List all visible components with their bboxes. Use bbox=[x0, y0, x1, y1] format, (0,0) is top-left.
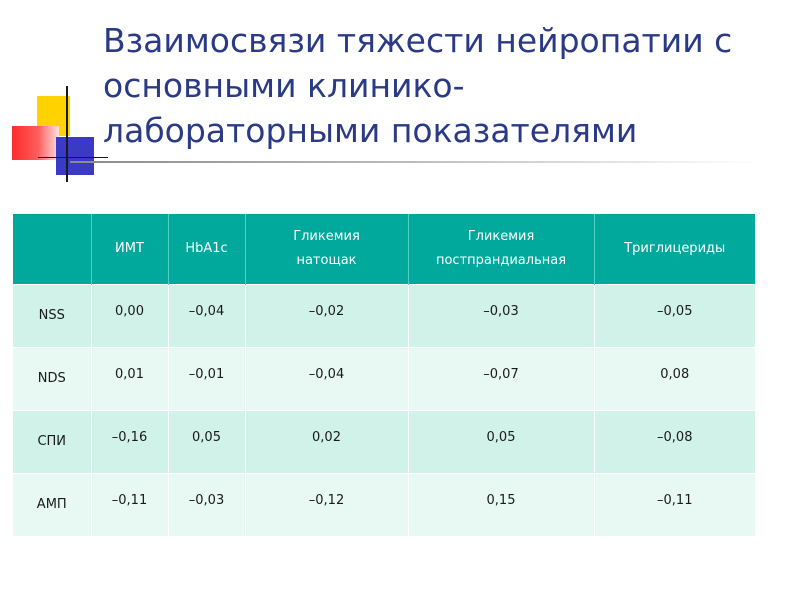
column-header-label: ИМТ bbox=[115, 240, 144, 256]
column-header-label: постпрандиальная bbox=[435, 252, 567, 268]
column-header-label: Гликемия bbox=[293, 228, 360, 244]
table-cell: –0,05 bbox=[593, 283, 755, 347]
table-cell: –0,01 bbox=[167, 346, 245, 410]
row-label: NSS bbox=[13, 283, 91, 347]
column-header-triglycerides: Триглицериды bbox=[593, 214, 755, 284]
logo-red-square bbox=[12, 126, 59, 160]
logo-blue-square bbox=[56, 137, 94, 175]
table-cell: 0,02 bbox=[244, 409, 408, 473]
table-cell: –0,11 bbox=[90, 472, 168, 536]
correlation-table: ИМТ HbA1c Гликемия натощак Гликемия пост… bbox=[13, 214, 755, 536]
slide-title: Взаимосвязи тяжести нейропатии с основны… bbox=[103, 21, 733, 150]
column-header-imt: ИМТ bbox=[90, 214, 168, 284]
table-row: СПИ –0,16 0,05 0,02 0,05 –0,08 bbox=[13, 409, 755, 473]
column-header-label: Гликемия bbox=[467, 228, 535, 244]
table-cell: –0,03 bbox=[407, 283, 594, 347]
column-header-label: Триглицериды bbox=[624, 240, 726, 256]
column-header-label: натощак bbox=[296, 252, 357, 268]
table-cell: 0,08 bbox=[593, 346, 755, 410]
table-cell: –0,04 bbox=[167, 283, 245, 347]
table-cell: –0,02 bbox=[244, 283, 408, 347]
table-cell: 0,05 bbox=[407, 409, 594, 473]
logo-horizontal-line bbox=[38, 157, 108, 158]
table-cell: –0,08 bbox=[593, 409, 755, 473]
table-cell: 0,05 bbox=[167, 409, 245, 473]
row-label: СПИ bbox=[13, 409, 91, 473]
table-cell: 0,00 bbox=[90, 283, 168, 347]
logo-vertical-line bbox=[66, 86, 68, 182]
table-cell: –0,12 bbox=[244, 472, 408, 536]
row-label: NDS bbox=[13, 346, 91, 410]
table-cell: –0,11 bbox=[593, 472, 755, 536]
table-cell: –0,07 bbox=[407, 346, 594, 410]
table-cell: –0,04 bbox=[244, 346, 408, 410]
column-header-label: HbA1c bbox=[185, 240, 228, 256]
table-cell: –0,03 bbox=[167, 472, 245, 536]
table-row: NDS 0,01 –0,01 –0,04 –0,07 0,08 bbox=[13, 346, 755, 410]
table-row: NSS 0,00 –0,04 –0,02 –0,03 –0,05 bbox=[13, 283, 755, 347]
column-header-postprandial-glycemia: Гликемия постпрандиальная bbox=[407, 214, 594, 284]
table-row: АМП –0,11 –0,03 –0,12 0,15 –0,11 bbox=[13, 472, 755, 536]
table-cell: 0,15 bbox=[407, 472, 594, 536]
column-header-fasting-glycemia: Гликемия натощак bbox=[244, 214, 408, 284]
table-corner-cell bbox=[13, 214, 91, 284]
title-divider bbox=[70, 161, 760, 163]
row-label: АМП bbox=[13, 472, 91, 536]
table-cell: –0,16 bbox=[90, 409, 168, 473]
table-header-row: ИМТ HbA1c Гликемия натощак Гликемия пост… bbox=[13, 214, 755, 284]
column-header-hba1c: HbA1c bbox=[167, 214, 245, 284]
table-cell: 0,01 bbox=[90, 346, 168, 410]
